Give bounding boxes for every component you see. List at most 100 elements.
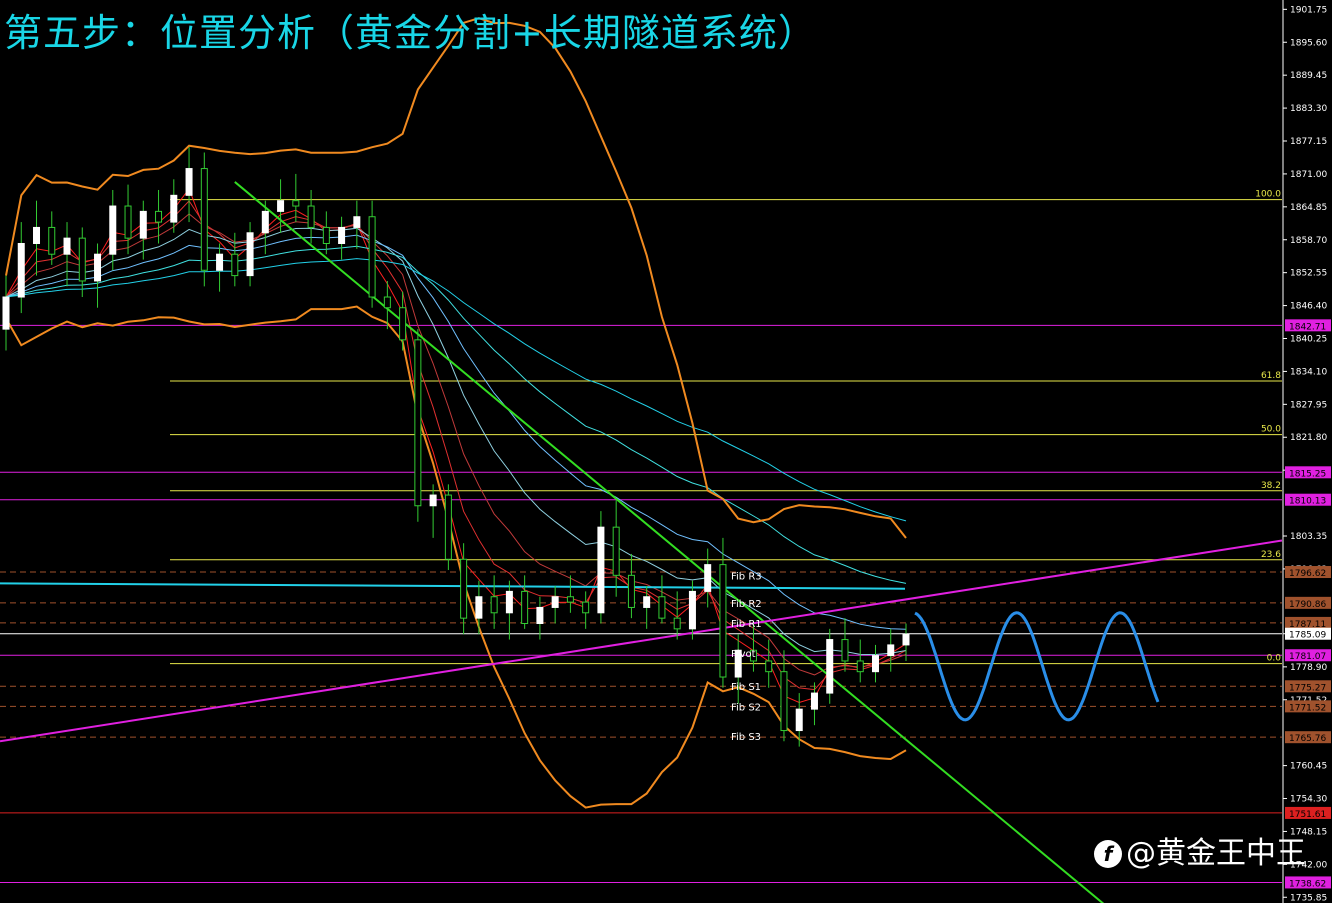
candle-body bbox=[521, 590, 529, 625]
candle-body bbox=[368, 216, 376, 298]
watermark: f @黄金王中王 bbox=[1094, 828, 1306, 872]
candle-body bbox=[765, 660, 773, 673]
axis-tick-label: 1754.30 bbox=[1290, 795, 1327, 805]
candle-body bbox=[414, 339, 422, 507]
axis-tick-label: 1778.90 bbox=[1290, 663, 1327, 673]
axis-tick-label: 1858.70 bbox=[1290, 236, 1327, 246]
candle-body bbox=[2, 296, 10, 330]
candle-body bbox=[597, 526, 605, 614]
candle-body bbox=[185, 168, 193, 196]
axis-tick-label: 1840.25 bbox=[1290, 334, 1327, 344]
candle-body bbox=[719, 564, 727, 678]
fib-label: 38.2 bbox=[1261, 481, 1281, 491]
pivot-label: Fib S3 bbox=[731, 732, 761, 743]
fib-label: 0.0 bbox=[1267, 654, 1282, 664]
candle-body bbox=[322, 226, 330, 244]
axis-tick-label: 1760.45 bbox=[1290, 762, 1327, 772]
candle-body bbox=[475, 596, 483, 619]
axis-tick-label: 1846.40 bbox=[1290, 302, 1327, 312]
candle-body bbox=[170, 194, 178, 223]
fib-label: 23.6 bbox=[1261, 550, 1281, 560]
candle-body bbox=[48, 226, 56, 255]
price-badge-label: 1775.27 bbox=[1289, 683, 1326, 693]
fib-label: 100.0 bbox=[1255, 190, 1281, 200]
price-badge-label: 1765.76 bbox=[1289, 734, 1326, 744]
candle-body bbox=[627, 574, 635, 608]
axis-tick-label: 1821.80 bbox=[1290, 433, 1327, 443]
candle-body bbox=[124, 205, 132, 239]
axis-tick-label: 1871.00 bbox=[1290, 170, 1327, 180]
candle-body bbox=[536, 606, 544, 625]
candle-body bbox=[460, 558, 468, 619]
candle-body bbox=[277, 200, 285, 212]
watermark-logo-icon: f bbox=[1094, 840, 1122, 868]
candle-body bbox=[94, 253, 102, 282]
candle-body bbox=[78, 237, 86, 282]
candle-body bbox=[505, 590, 513, 614]
axis-tick-label: 1864.85 bbox=[1290, 203, 1327, 213]
pivot-label: Fib S1 bbox=[731, 682, 761, 693]
candle-body bbox=[139, 210, 147, 239]
candle-body bbox=[216, 253, 224, 271]
price-badge-label: 1796.62 bbox=[1289, 569, 1326, 579]
candle-body bbox=[338, 226, 346, 244]
candle-body bbox=[33, 226, 41, 244]
fib-label: 61.8 bbox=[1261, 371, 1281, 381]
candle-body bbox=[490, 596, 498, 614]
candle-body bbox=[307, 205, 315, 228]
axis-tick-label: 1834.10 bbox=[1290, 367, 1327, 377]
candle-body bbox=[612, 526, 620, 576]
price-badge-label: 1810.13 bbox=[1289, 497, 1326, 507]
price-badge-label: 1771.52 bbox=[1289, 703, 1326, 713]
candle-body bbox=[780, 671, 788, 732]
candle-body bbox=[902, 633, 910, 646]
candle-body bbox=[63, 237, 71, 255]
axis-tick-label: 1827.95 bbox=[1290, 400, 1327, 410]
axis-tick-label: 1895.60 bbox=[1290, 38, 1327, 48]
candle-body bbox=[383, 296, 391, 309]
chart-title: 第五步：位置分析（黄金分割+长期隧道系统） bbox=[4, 11, 817, 55]
price-badge-label: 1790.86 bbox=[1289, 600, 1326, 610]
candle-body bbox=[353, 216, 361, 228]
candle-body bbox=[826, 639, 834, 694]
axis-tick-label: 1901.75 bbox=[1290, 5, 1327, 15]
price-badge-label: 1785.09 bbox=[1289, 631, 1326, 641]
candle-body bbox=[658, 596, 666, 619]
axis-tick-label: 1803.35 bbox=[1290, 532, 1327, 542]
pivot-label: Fib R2 bbox=[731, 599, 762, 610]
candle-body bbox=[582, 601, 590, 614]
candle-body bbox=[704, 564, 712, 592]
pivot-label: Fib R3 bbox=[731, 571, 762, 582]
fib-label: 50.0 bbox=[1261, 425, 1281, 435]
price-badge-label: 1751.61 bbox=[1289, 810, 1326, 820]
candle-body bbox=[200, 168, 208, 271]
candle-body bbox=[261, 210, 269, 234]
candle-body bbox=[551, 596, 559, 608]
pivot-label: Pivot bbox=[731, 649, 756, 660]
candle-body bbox=[688, 590, 696, 630]
candle-body bbox=[231, 253, 239, 277]
candle-body bbox=[871, 655, 879, 673]
price-badge-label: 1781.07 bbox=[1289, 652, 1326, 662]
candle-body bbox=[566, 596, 574, 603]
candle-body bbox=[856, 660, 864, 673]
candle-body bbox=[246, 232, 254, 277]
axis-tick-label: 1735.85 bbox=[1290, 893, 1327, 903]
price-badge-label: 1842.71 bbox=[1289, 322, 1326, 332]
price-badge-label: 1738.62 bbox=[1289, 879, 1326, 889]
axis-tick-label: 1852.55 bbox=[1290, 269, 1327, 279]
candle-body bbox=[795, 708, 803, 732]
axis-tick-label: 1877.15 bbox=[1290, 137, 1327, 147]
candle-body bbox=[887, 644, 895, 657]
candle-body bbox=[444, 494, 452, 560]
pivot-label: Fib R1 bbox=[731, 619, 762, 630]
candle-body bbox=[841, 639, 849, 662]
watermark-text: @黄金王中王 bbox=[1126, 836, 1306, 871]
candle-body bbox=[810, 692, 818, 710]
axis-tick-label: 1889.45 bbox=[1290, 71, 1327, 81]
candle-body bbox=[429, 494, 437, 507]
candle-body bbox=[155, 210, 163, 223]
gold-chart: Fib R3 Fib R2 Fib R1 Pivot Fib S1 Fib S2 Fib S… bbox=[0, 0, 1332, 903]
candle-body bbox=[292, 200, 300, 207]
candle-body bbox=[17, 242, 25, 298]
